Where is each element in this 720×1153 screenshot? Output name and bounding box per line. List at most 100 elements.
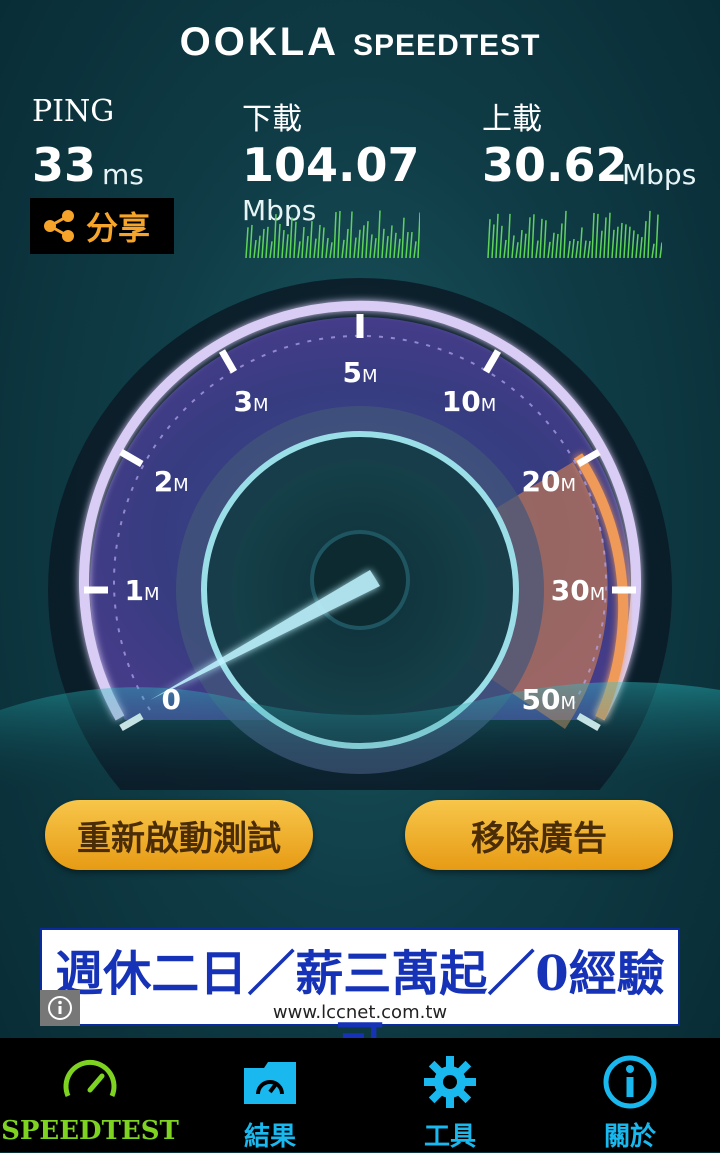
sparkline-bar [563,210,567,258]
speed-gauge: 01M2M3M5M10M20M30M50M [0,278,720,790]
sparkline-bar [257,235,261,258]
sparkline-bar [385,236,389,258]
sparkline-bar [575,240,579,258]
ping-label: PING [32,94,115,129]
sparkline-bar [559,223,563,258]
sparkline-bar [249,224,253,258]
tab-label: 結果 [243,1122,296,1152]
sparkline-bar [273,214,277,258]
sparkline-bar [499,225,503,258]
ad-info-icon[interactable] [40,990,80,1026]
sparkline-bar [643,221,647,258]
sparkline-bar [615,226,619,258]
bottom-tab-bar: SPEEDTEST 結果 工具 關於 [0,1038,720,1152]
sparkline-bar [265,226,269,258]
remove-ads-button[interactable]: 移除廣告 [405,800,673,870]
sparkline-bar [269,241,273,258]
tab-label: 關於 [603,1122,656,1152]
upload-label: 上載 [482,102,542,137]
sparkline-bar [507,213,511,258]
tab-tools[interactable]: 工具 [360,1038,540,1152]
sparkline-bar [591,212,595,258]
sparkline-bar [611,229,615,258]
sparkline-bar [417,212,420,258]
sparkline-bar [519,230,523,258]
sparkline-bar [551,232,555,258]
sparkline-bar [301,227,305,258]
upload-value: 30.62 [482,138,628,192]
sparkline-bar [373,238,377,258]
sparkline-bar [503,239,507,258]
sparkline-bar [261,228,265,258]
sparkline-bar [535,240,539,258]
sparkline-bar [511,235,515,258]
sparkline-bar [329,242,333,258]
sparkline-bar [325,237,329,258]
sparkline-bar [253,239,257,258]
sparkline-bar [579,227,583,258]
gauge-tick-label: 0 [161,683,180,716]
sparkline-bar [623,224,627,258]
sparkline-bar [595,213,599,258]
sparkline-bar [571,238,575,258]
sparkline-bar [345,228,349,258]
sparkline-bar [603,217,607,258]
sparkline-bar [487,219,491,258]
sparkline-bar [555,233,559,258]
share-label: 分享 [86,209,151,247]
sparkline-bar [341,239,345,258]
sparkline-bar [289,217,293,258]
sparkline-bar [293,221,297,258]
sparkline-bar [639,236,643,258]
sparkline-bar [631,230,635,258]
info-icon [603,1055,657,1109]
ad-banner[interactable]: 週休二日／薪三萬起／0經驗可 www.lccnet.com.tw [40,928,680,1072]
sparkline-bar [369,234,373,258]
sparkline-bar [321,227,325,258]
ping-unit: ms [102,158,144,191]
sparkline-bar [405,231,409,258]
sparkline-bar [337,210,341,258]
sparkline-bar [651,243,655,258]
share-button[interactable]: 分享 [30,198,174,254]
ping-value: 33 [32,138,97,192]
sparkline-bar [381,228,385,258]
sparkline-bar [583,240,587,258]
sparkline-bar [389,225,393,258]
sparkline-bar [527,217,531,258]
sparkline-bar [357,229,361,258]
sparkline-bar [627,226,631,258]
sparkline-bar [607,212,611,258]
gear-icon [424,1056,476,1108]
sparkline-bar [659,242,662,258]
sparkline-bar [349,211,353,258]
tab-about[interactable]: 關於 [540,1038,720,1152]
sparkline-bar [377,210,381,258]
sparkline-bar [401,217,405,258]
sparkline-bar [281,229,285,258]
sparkline-bar [413,241,417,258]
sparkline-bar [647,210,651,258]
sparkline-bar [543,220,547,258]
sparkline-bar [353,237,357,258]
tab-results[interactable]: 結果 [180,1038,360,1152]
download-label: 下載 [242,102,302,137]
sparkline-bar [393,232,397,258]
tab-label: SPEEDTEST [1,1116,179,1146]
sparkline-bar [245,227,249,258]
sparkline-bar [297,241,301,258]
sparkline-bar [317,224,321,258]
upload-sparkline [487,210,662,258]
sparkline-bar [409,232,413,258]
sparkline-bar [567,240,571,258]
tab-speedtest[interactable]: SPEEDTEST [0,1038,180,1152]
speedometer-icon [63,1059,117,1097]
sparkline-bar [587,240,591,258]
restart-test-button[interactable]: 重新啟動測試 [45,800,313,870]
tab-label: 工具 [423,1122,476,1152]
sparkline-bar [491,224,495,258]
sparkline-bar [523,233,527,258]
sparkline-bar [277,223,281,258]
download-value: 104.07 [242,138,420,192]
sparkline-bar [397,238,401,258]
